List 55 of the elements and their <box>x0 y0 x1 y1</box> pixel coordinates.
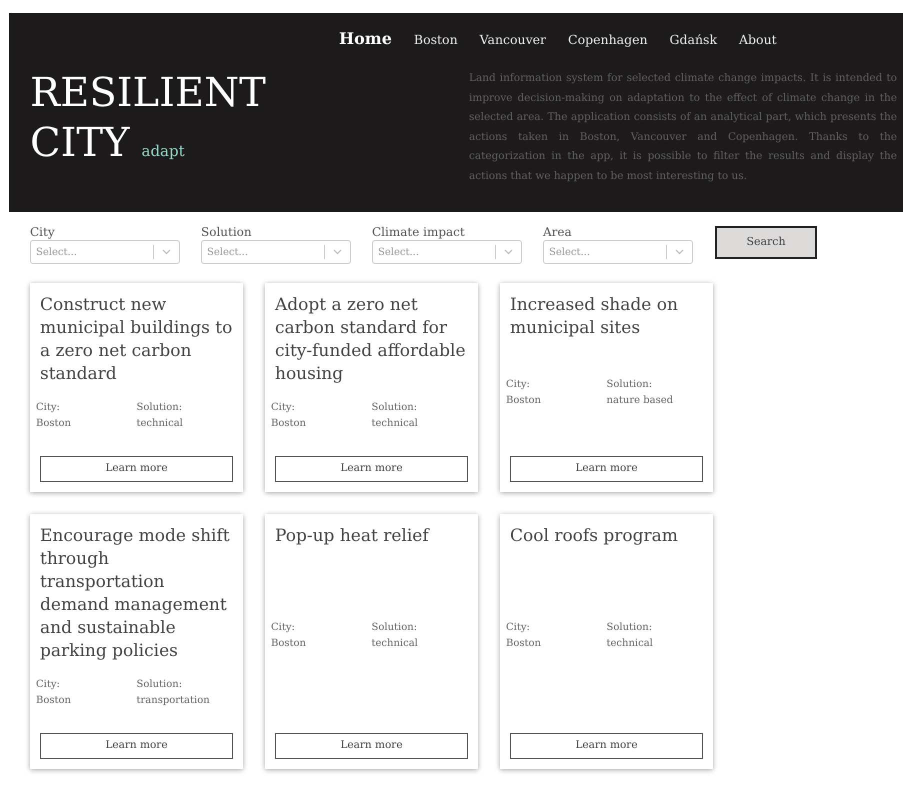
field-value: technical <box>372 636 419 650</box>
card-title: Construct new municipal buildings to a zero net carbon standard <box>39 294 234 386</box>
learn-more-button[interactable]: Learn more <box>40 456 233 482</box>
nav-link[interactable]: Copenhagen <box>568 31 648 50</box>
field-value: nature based <box>606 394 674 408</box>
tagline: adapt <box>142 144 185 159</box>
field-label: Solution: <box>606 378 654 392</box>
field-value: Boston <box>271 417 307 431</box>
field-label: Solution: <box>372 401 418 415</box>
card-title: Pop-up heat relief <box>274 525 431 548</box>
chevron-down-icon <box>333 249 342 255</box>
field-value: Boston <box>506 394 542 408</box>
field-label: City: <box>506 378 531 392</box>
field-value: Boston <box>506 636 542 650</box>
field-label: City: <box>506 620 531 634</box>
field-value: technical <box>372 417 419 431</box>
learn-more-button[interactable]: Learn more <box>40 733 233 759</box>
site-title: CITY <box>30 119 130 168</box>
filter-label: City <box>30 224 56 240</box>
learn-more-button[interactable]: Learn more <box>510 733 703 759</box>
field-label: Solution: <box>136 401 184 415</box>
filter-label: Area <box>543 224 573 240</box>
card-title: Increased shade on municipal sites <box>509 294 679 340</box>
field-label: Solution: <box>606 620 654 634</box>
search-button[interactable]: Search <box>715 226 817 259</box>
site-title: RESILIENT <box>30 69 266 118</box>
field-label: City: <box>271 401 296 415</box>
chevron-down-icon <box>675 249 684 255</box>
field-label: Solution: <box>372 620 418 634</box>
field-value: Boston <box>36 417 72 431</box>
filter-label: Climate impact <box>372 224 466 240</box>
filter-label: Solution <box>201 224 253 240</box>
nav-link[interactable]: About <box>739 31 777 50</box>
field-value: Boston <box>36 694 72 708</box>
field-label: Solution: <box>136 678 184 692</box>
chevron-down-icon <box>504 249 513 255</box>
nav-link[interactable]: Vancouver <box>480 31 546 50</box>
nav-link[interactable]: Home <box>339 27 392 51</box>
description: Land information system for selected climate change impacts. It is intended to improve decision-making on adaptation to the effect of climate change in the selected area. The application consists of an analytical part, which presents the actions taken in Boston, Vancouver and Copenhagen. Thanks to the categorization in the app, it is possible to filter the results and display the actions that we happen to be most interesting to us. <box>469 71 897 184</box>
field-value: technical <box>606 636 654 650</box>
learn-more-button[interactable]: Learn more <box>275 733 468 759</box>
card-title: Adopt a zero net carbon standard for city-funded affordable housing <box>274 294 467 386</box>
card-title: Cool roofs program <box>509 525 679 548</box>
nav-link[interactable]: Gdańsk <box>670 31 718 50</box>
learn-more-button[interactable]: Learn more <box>275 456 468 482</box>
field-label: City: <box>36 678 61 692</box>
field-value: Boston <box>271 636 307 650</box>
nav-link[interactable]: Boston <box>414 31 458 50</box>
field-value: transportation <box>136 694 211 708</box>
learn-more-button[interactable]: Learn more <box>510 456 703 482</box>
card-title: Encourage mode shift through transportation demand management and sustainable parking policies <box>39 525 231 663</box>
field-label: City: <box>271 620 296 634</box>
chevron-down-icon <box>162 249 171 255</box>
field-value: technical <box>136 417 184 431</box>
field-label: City: <box>36 401 61 415</box>
